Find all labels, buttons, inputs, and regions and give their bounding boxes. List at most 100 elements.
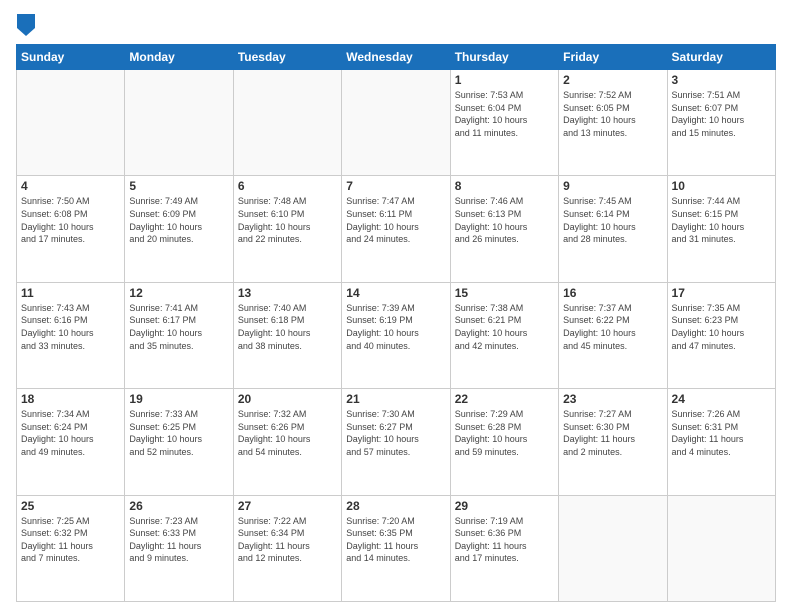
day-number: 5 <box>129 179 228 193</box>
day-number: 19 <box>129 392 228 406</box>
calendar-cell: 10 Sunrise: 7:44 AM Sunset: 6:15 PM Dayli… <box>667 176 775 282</box>
calendar-cell: 12 Sunrise: 7:41 AM Sunset: 6:17 PM Dayli… <box>125 282 233 388</box>
day-number: 15 <box>455 286 554 300</box>
page: SundayMondayTuesdayWednesdayThursdayFrid… <box>0 0 792 612</box>
calendar-cell: 3 Sunrise: 7:51 AM Sunset: 6:07 PM Daylig… <box>667 70 775 176</box>
calendar-cell: 29 Sunrise: 7:19 AM Sunset: 6:36 PM Dayli… <box>450 495 558 601</box>
day-number: 25 <box>21 499 120 513</box>
header-row: SundayMondayTuesdayWednesdayThursdayFrid… <box>17 45 776 70</box>
calendar-cell <box>17 70 125 176</box>
day-info: Sunrise: 7:43 AM Sunset: 6:16 PM Dayligh… <box>21 302 120 352</box>
calendar-cell <box>125 70 233 176</box>
day-info: Sunrise: 7:50 AM Sunset: 6:08 PM Dayligh… <box>21 195 120 245</box>
day-number: 23 <box>563 392 662 406</box>
day-info: Sunrise: 7:26 AM Sunset: 6:31 PM Dayligh… <box>672 408 771 458</box>
calendar-cell: 2Sunrise: 7:52 AM Sunset: 6:05 PM Daylig… <box>559 70 667 176</box>
calendar-cell: 7 Sunrise: 7:47 AM Sunset: 6:11 PM Daylig… <box>342 176 450 282</box>
week-row-5: 25 Sunrise: 7:25 AM Sunset: 6:32 PM Dayli… <box>17 495 776 601</box>
day-number: 24 <box>672 392 771 406</box>
day-info: Sunrise: 7:46 AM Sunset: 6:13 PM Dayligh… <box>455 195 554 245</box>
day-number: 14 <box>346 286 445 300</box>
calendar-cell: 25 Sunrise: 7:25 AM Sunset: 6:32 PM Dayli… <box>17 495 125 601</box>
day-info: Sunrise: 7:30 AM Sunset: 6:27 PM Dayligh… <box>346 408 445 458</box>
logo <box>16 16 35 36</box>
day-info: Sunrise: 7:33 AM Sunset: 6:25 PM Dayligh… <box>129 408 228 458</box>
day-number: 16 <box>563 286 662 300</box>
day-info: Sunrise: 7:47 AM Sunset: 6:11 PM Dayligh… <box>346 195 445 245</box>
day-number: 3 <box>672 73 771 87</box>
day-info: Sunrise: 7:22 AM Sunset: 6:34 PM Dayligh… <box>238 515 337 565</box>
calendar-cell: 19 Sunrise: 7:33 AM Sunset: 6:25 PM Dayli… <box>125 389 233 495</box>
day-header-saturday: Saturday <box>667 45 775 70</box>
day-number: 26 <box>129 499 228 513</box>
day-info: Sunrise: 7:34 AM Sunset: 6:24 PM Dayligh… <box>21 408 120 458</box>
day-number: 21 <box>346 392 445 406</box>
calendar-cell: 1 Sunrise: 7:53 AM Sunset: 6:04 PM Daylig… <box>450 70 558 176</box>
calendar-cell: 8 Sunrise: 7:46 AM Sunset: 6:13 PM Daylig… <box>450 176 558 282</box>
calendar-cell <box>559 495 667 601</box>
day-info: Sunrise: 7:29 AM Sunset: 6:28 PM Dayligh… <box>455 408 554 458</box>
calendar-table: SundayMondayTuesdayWednesdayThursdayFrid… <box>16 44 776 602</box>
calendar-cell: 23 Sunrise: 7:27 AM Sunset: 6:30 PM Dayli… <box>559 389 667 495</box>
day-info: Sunrise: 7:39 AM Sunset: 6:19 PM Dayligh… <box>346 302 445 352</box>
day-header-sunday: Sunday <box>17 45 125 70</box>
day-number: 17 <box>672 286 771 300</box>
day-header-monday: Monday <box>125 45 233 70</box>
day-number: 18 <box>21 392 120 406</box>
day-info: Sunrise: 7:35 AM Sunset: 6:23 PM Dayligh… <box>672 302 771 352</box>
day-number: 29 <box>455 499 554 513</box>
day-number: 27 <box>238 499 337 513</box>
calendar-cell: 18 Sunrise: 7:34 AM Sunset: 6:24 PM Dayli… <box>17 389 125 495</box>
day-info: Sunrise: 7:32 AM Sunset: 6:26 PM Dayligh… <box>238 408 337 458</box>
day-number: 1 <box>455 73 554 87</box>
day-number: 10 <box>672 179 771 193</box>
day-number: 9 <box>563 179 662 193</box>
day-info: Sunrise: 7:49 AM Sunset: 6:09 PM Dayligh… <box>129 195 228 245</box>
day-info: Sunrise: 7:44 AM Sunset: 6:15 PM Dayligh… <box>672 195 771 245</box>
day-info: Sunrise: 7:38 AM Sunset: 6:21 PM Dayligh… <box>455 302 554 352</box>
calendar-cell: 20 Sunrise: 7:32 AM Sunset: 6:26 PM Dayli… <box>233 389 341 495</box>
week-row-1: 1 Sunrise: 7:53 AM Sunset: 6:04 PM Daylig… <box>17 70 776 176</box>
day-info: Sunrise: 7:37 AM Sunset: 6:22 PM Dayligh… <box>563 302 662 352</box>
day-number: 6 <box>238 179 337 193</box>
calendar-cell: 21 Sunrise: 7:30 AM Sunset: 6:27 PM Dayli… <box>342 389 450 495</box>
day-info: Sunrise: 7:25 AM Sunset: 6:32 PM Dayligh… <box>21 515 120 565</box>
day-number: 20 <box>238 392 337 406</box>
week-row-3: 11 Sunrise: 7:43 AM Sunset: 6:16 PM Dayli… <box>17 282 776 388</box>
logo-icon <box>17 14 35 36</box>
day-header-tuesday: Tuesday <box>233 45 341 70</box>
calendar-cell: 26 Sunrise: 7:23 AM Sunset: 6:33 PM Dayli… <box>125 495 233 601</box>
day-number: 2 <box>563 73 662 87</box>
calendar-cell: 4 Sunrise: 7:50 AM Sunset: 6:08 PM Daylig… <box>17 176 125 282</box>
day-number: 22 <box>455 392 554 406</box>
calendar-cell: 27 Sunrise: 7:22 AM Sunset: 6:34 PM Dayli… <box>233 495 341 601</box>
week-row-4: 18 Sunrise: 7:34 AM Sunset: 6:24 PM Dayli… <box>17 389 776 495</box>
calendar-cell <box>667 495 775 601</box>
day-number: 12 <box>129 286 228 300</box>
day-number: 7 <box>346 179 445 193</box>
calendar-cell: 5 Sunrise: 7:49 AM Sunset: 6:09 PM Daylig… <box>125 176 233 282</box>
day-info: Sunrise: 7:19 AM Sunset: 6:36 PM Dayligh… <box>455 515 554 565</box>
day-info: Sunrise: 7:41 AM Sunset: 6:17 PM Dayligh… <box>129 302 228 352</box>
day-number: 11 <box>21 286 120 300</box>
calendar-cell: 24 Sunrise: 7:26 AM Sunset: 6:31 PM Dayli… <box>667 389 775 495</box>
day-info: Sunrise: 7:51 AM Sunset: 6:07 PM Dayligh… <box>672 89 771 139</box>
day-info: Sunrise: 7:27 AM Sunset: 6:30 PM Dayligh… <box>563 408 662 458</box>
day-header-thursday: Thursday <box>450 45 558 70</box>
calendar-cell <box>342 70 450 176</box>
calendar-cell: 14 Sunrise: 7:39 AM Sunset: 6:19 PM Dayli… <box>342 282 450 388</box>
day-info: Sunrise: 7:23 AM Sunset: 6:33 PM Dayligh… <box>129 515 228 565</box>
calendar-cell: 28Sunrise: 7:20 AM Sunset: 6:35 PM Dayli… <box>342 495 450 601</box>
calendar-cell: 13 Sunrise: 7:40 AM Sunset: 6:18 PM Dayli… <box>233 282 341 388</box>
day-info: Sunrise: 7:53 AM Sunset: 6:04 PM Dayligh… <box>455 89 554 139</box>
calendar-cell: 11 Sunrise: 7:43 AM Sunset: 6:16 PM Dayli… <box>17 282 125 388</box>
day-number: 13 <box>238 286 337 300</box>
day-number: 4 <box>21 179 120 193</box>
day-info: Sunrise: 7:40 AM Sunset: 6:18 PM Dayligh… <box>238 302 337 352</box>
week-row-2: 4 Sunrise: 7:50 AM Sunset: 6:08 PM Daylig… <box>17 176 776 282</box>
day-number: 8 <box>455 179 554 193</box>
header <box>16 16 776 36</box>
calendar-cell <box>233 70 341 176</box>
day-header-friday: Friday <box>559 45 667 70</box>
day-header-wednesday: Wednesday <box>342 45 450 70</box>
